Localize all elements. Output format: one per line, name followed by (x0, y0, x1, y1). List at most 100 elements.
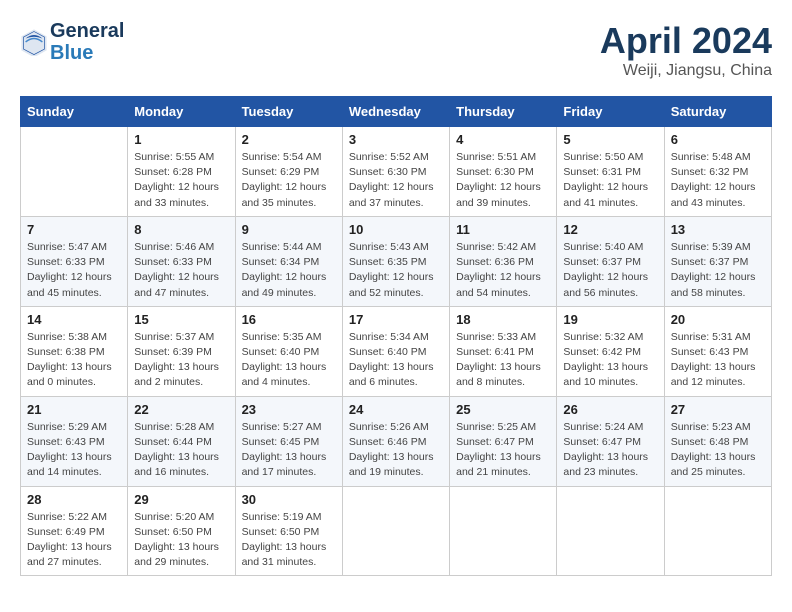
sunset-label: Sunset: 6:46 PM (349, 436, 427, 448)
sunset-label: Sunset: 6:34 PM (242, 256, 320, 268)
day-number: 25 (456, 402, 550, 417)
cell-info: Sunrise: 5:46 AM Sunset: 6:33 PM Dayligh… (134, 240, 228, 301)
calendar-table: SundayMondayTuesdayWednesdayThursdayFrid… (20, 96, 772, 576)
sunset-label: Sunset: 6:33 PM (27, 256, 105, 268)
sunrise-label: Sunrise: 5:37 AM (134, 331, 214, 343)
cell-info: Sunrise: 5:37 AM Sunset: 6:39 PM Dayligh… (134, 330, 228, 391)
sunset-label: Sunset: 6:44 PM (134, 436, 212, 448)
logo: General Blue (20, 20, 124, 64)
cell-info: Sunrise: 5:54 AM Sunset: 6:29 PM Dayligh… (242, 150, 336, 211)
calendar-cell: 19 Sunrise: 5:32 AM Sunset: 6:42 PM Dayl… (557, 306, 664, 396)
day-number: 17 (349, 312, 443, 327)
day-number: 3 (349, 132, 443, 147)
sunset-label: Sunset: 6:40 PM (242, 346, 320, 358)
calendar-cell: 8 Sunrise: 5:46 AM Sunset: 6:33 PM Dayli… (128, 216, 235, 306)
cell-info: Sunrise: 5:33 AM Sunset: 6:41 PM Dayligh… (456, 330, 550, 391)
daylight-label: Daylight: 13 hours and 31 minutes. (242, 541, 327, 568)
daylight-label: Daylight: 12 hours and 56 minutes. (563, 271, 648, 298)
sunrise-label: Sunrise: 5:47 AM (27, 241, 107, 253)
calendar-cell (342, 486, 449, 576)
calendar-cell: 18 Sunrise: 5:33 AM Sunset: 6:41 PM Dayl… (450, 306, 557, 396)
calendar-cell: 30 Sunrise: 5:19 AM Sunset: 6:50 PM Dayl… (235, 486, 342, 576)
day-number: 28 (27, 492, 121, 507)
day-number: 1 (134, 132, 228, 147)
sunset-label: Sunset: 6:30 PM (456, 166, 534, 178)
sunrise-label: Sunrise: 5:19 AM (242, 511, 322, 523)
cell-info: Sunrise: 5:50 AM Sunset: 6:31 PM Dayligh… (563, 150, 657, 211)
calendar-cell: 14 Sunrise: 5:38 AM Sunset: 6:38 PM Dayl… (21, 306, 128, 396)
sunset-label: Sunset: 6:38 PM (27, 346, 105, 358)
cell-info: Sunrise: 5:52 AM Sunset: 6:30 PM Dayligh… (349, 150, 443, 211)
sunrise-label: Sunrise: 5:35 AM (242, 331, 322, 343)
cell-info: Sunrise: 5:28 AM Sunset: 6:44 PM Dayligh… (134, 420, 228, 481)
sunrise-label: Sunrise: 5:26 AM (349, 421, 429, 433)
cell-info: Sunrise: 5:32 AM Sunset: 6:42 PM Dayligh… (563, 330, 657, 391)
logo-icon (20, 28, 48, 56)
calendar-cell: 5 Sunrise: 5:50 AM Sunset: 6:31 PM Dayli… (557, 127, 664, 217)
location: Weiji, Jiangsu, China (600, 62, 772, 80)
calendar-cell (664, 486, 771, 576)
cell-info: Sunrise: 5:40 AM Sunset: 6:37 PM Dayligh… (563, 240, 657, 301)
weekday-header-monday: Monday (128, 97, 235, 127)
sunrise-label: Sunrise: 5:34 AM (349, 331, 429, 343)
calendar-cell: 13 Sunrise: 5:39 AM Sunset: 6:37 PM Dayl… (664, 216, 771, 306)
page-header: General Blue April 2024 Weiji, Jiangsu, … (20, 20, 772, 80)
sunrise-label: Sunrise: 5:20 AM (134, 511, 214, 523)
cell-info: Sunrise: 5:48 AM Sunset: 6:32 PM Dayligh… (671, 150, 765, 211)
sunset-label: Sunset: 6:50 PM (134, 526, 212, 538)
daylight-label: Daylight: 13 hours and 29 minutes. (134, 541, 219, 568)
daylight-label: Daylight: 12 hours and 37 minutes. (349, 181, 434, 208)
sunset-label: Sunset: 6:43 PM (27, 436, 105, 448)
sunset-label: Sunset: 6:43 PM (671, 346, 749, 358)
sunrise-label: Sunrise: 5:28 AM (134, 421, 214, 433)
cell-info: Sunrise: 5:44 AM Sunset: 6:34 PM Dayligh… (242, 240, 336, 301)
sunset-label: Sunset: 6:37 PM (671, 256, 749, 268)
sunset-label: Sunset: 6:47 PM (456, 436, 534, 448)
weekday-header-wednesday: Wednesday (342, 97, 449, 127)
sunset-label: Sunset: 6:29 PM (242, 166, 320, 178)
cell-info: Sunrise: 5:20 AM Sunset: 6:50 PM Dayligh… (134, 510, 228, 571)
calendar-cell: 17 Sunrise: 5:34 AM Sunset: 6:40 PM Dayl… (342, 306, 449, 396)
cell-info: Sunrise: 5:42 AM Sunset: 6:36 PM Dayligh… (456, 240, 550, 301)
day-number: 12 (563, 222, 657, 237)
sunrise-label: Sunrise: 5:27 AM (242, 421, 322, 433)
day-number: 23 (242, 402, 336, 417)
cell-info: Sunrise: 5:19 AM Sunset: 6:50 PM Dayligh… (242, 510, 336, 571)
calendar-cell: 6 Sunrise: 5:48 AM Sunset: 6:32 PM Dayli… (664, 127, 771, 217)
calendar-cell: 26 Sunrise: 5:24 AM Sunset: 6:47 PM Dayl… (557, 396, 664, 486)
day-number: 7 (27, 222, 121, 237)
day-number: 16 (242, 312, 336, 327)
sunset-label: Sunset: 6:45 PM (242, 436, 320, 448)
day-number: 18 (456, 312, 550, 327)
cell-info: Sunrise: 5:26 AM Sunset: 6:46 PM Dayligh… (349, 420, 443, 481)
sunrise-label: Sunrise: 5:25 AM (456, 421, 536, 433)
day-number: 14 (27, 312, 121, 327)
sunrise-label: Sunrise: 5:42 AM (456, 241, 536, 253)
daylight-label: Daylight: 13 hours and 17 minutes. (242, 451, 327, 478)
sunrise-label: Sunrise: 5:46 AM (134, 241, 214, 253)
day-number: 2 (242, 132, 336, 147)
daylight-label: Daylight: 13 hours and 8 minutes. (456, 361, 541, 388)
daylight-label: Daylight: 12 hours and 45 minutes. (27, 271, 112, 298)
daylight-label: Daylight: 12 hours and 47 minutes. (134, 271, 219, 298)
day-number: 8 (134, 222, 228, 237)
calendar-cell: 28 Sunrise: 5:22 AM Sunset: 6:49 PM Dayl… (21, 486, 128, 576)
cell-info: Sunrise: 5:25 AM Sunset: 6:47 PM Dayligh… (456, 420, 550, 481)
calendar-cell: 11 Sunrise: 5:42 AM Sunset: 6:36 PM Dayl… (450, 216, 557, 306)
day-number: 4 (456, 132, 550, 147)
daylight-label: Daylight: 13 hours and 27 minutes. (27, 541, 112, 568)
calendar-cell: 20 Sunrise: 5:31 AM Sunset: 6:43 PM Dayl… (664, 306, 771, 396)
daylight-label: Daylight: 12 hours and 58 minutes. (671, 271, 756, 298)
day-number: 24 (349, 402, 443, 417)
day-number: 20 (671, 312, 765, 327)
calendar-cell: 4 Sunrise: 5:51 AM Sunset: 6:30 PM Dayli… (450, 127, 557, 217)
daylight-label: Daylight: 13 hours and 14 minutes. (27, 451, 112, 478)
sunset-label: Sunset: 6:30 PM (349, 166, 427, 178)
daylight-label: Daylight: 12 hours and 54 minutes. (456, 271, 541, 298)
cell-info: Sunrise: 5:55 AM Sunset: 6:28 PM Dayligh… (134, 150, 228, 211)
daylight-label: Daylight: 12 hours and 35 minutes. (242, 181, 327, 208)
sunrise-label: Sunrise: 5:51 AM (456, 151, 536, 163)
daylight-label: Daylight: 13 hours and 10 minutes. (563, 361, 648, 388)
calendar-cell: 24 Sunrise: 5:26 AM Sunset: 6:46 PM Dayl… (342, 396, 449, 486)
daylight-label: Daylight: 13 hours and 4 minutes. (242, 361, 327, 388)
